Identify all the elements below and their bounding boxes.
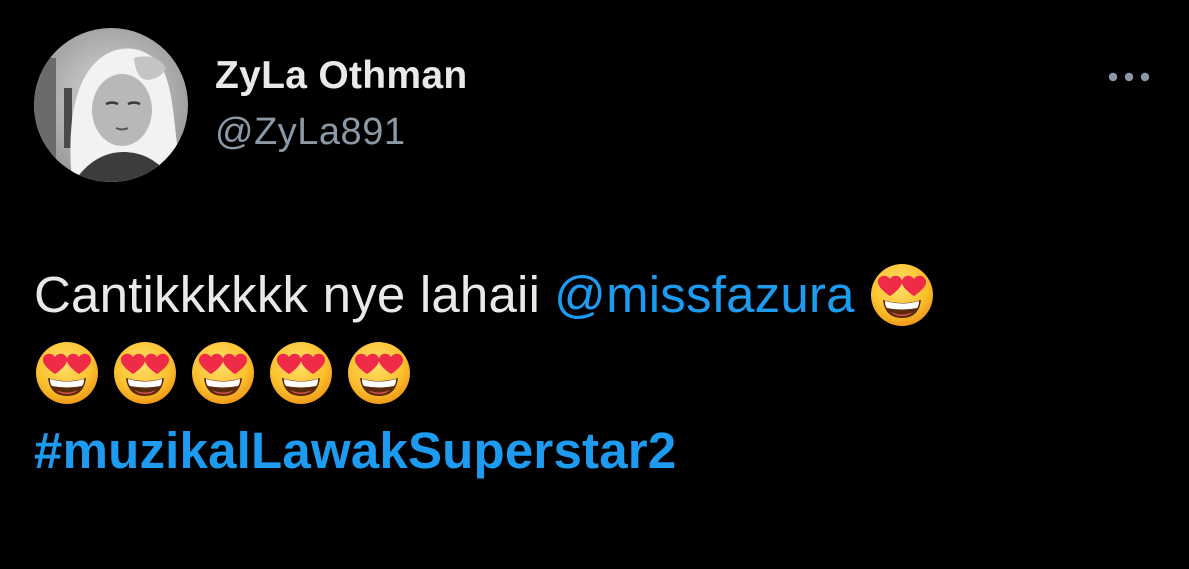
heart-eyes-emoji-icon xyxy=(190,340,256,406)
tweet-text-plain: Cantikkkkkk nye lahaii xyxy=(34,266,541,323)
tweet-line-1: Cantikkkkkk nye lahaii @missfazura xyxy=(34,256,1154,334)
hashtag-link[interactable]: #muzikalLawakSuperstar2 xyxy=(34,412,676,490)
tweet-card: ZyLa Othman @ZyLa891 Cantikkkkkk nye lah… xyxy=(0,0,1189,569)
heart-eyes-emoji-icon xyxy=(112,340,178,406)
heart-eyes-emoji-icon xyxy=(268,340,334,406)
author-display-name[interactable]: ZyLa Othman xyxy=(215,54,468,98)
tweet-line-2 xyxy=(34,334,1154,412)
author-handle[interactable]: @ZyLa891 xyxy=(215,111,405,154)
heart-eyes-emoji-icon xyxy=(869,262,935,328)
tweet-text: Cantikkkkkk nye lahaii @missfazura #muzi… xyxy=(34,256,1154,490)
author-avatar[interactable] xyxy=(34,28,188,182)
heart-eyes-emoji-icon xyxy=(34,340,100,406)
mention-link[interactable]: @missfazura xyxy=(554,256,855,334)
more-horizontal-icon xyxy=(1108,72,1150,82)
heart-eyes-emoji-icon xyxy=(346,340,412,406)
more-options-button[interactable] xyxy=(1104,62,1154,92)
tweet-line-3: #muzikalLawakSuperstar2 xyxy=(34,412,1154,490)
